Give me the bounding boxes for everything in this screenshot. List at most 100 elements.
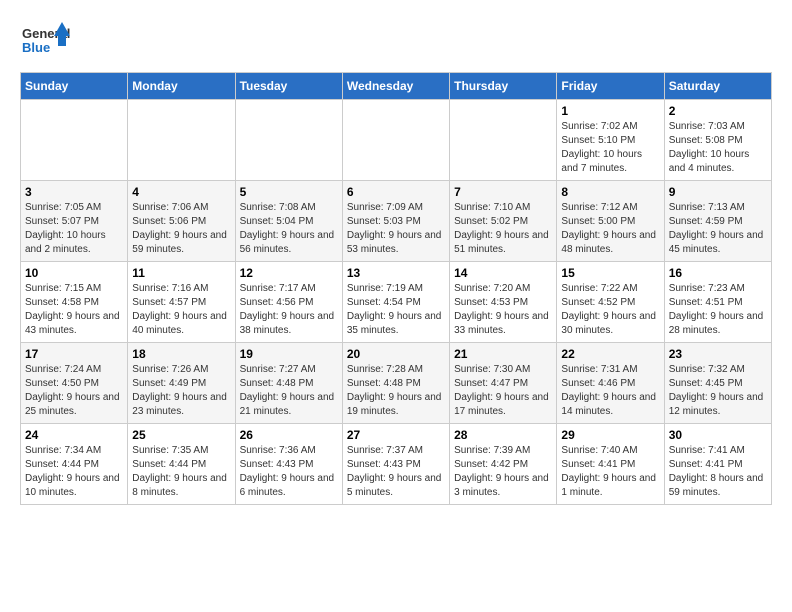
day-number: 26 [240,428,338,442]
table-cell [21,100,128,181]
table-cell: 20 Sunrise: 7:28 AM Sunset: 4:48 PM Dayli… [342,343,449,424]
header-saturday: Saturday [664,73,771,100]
day-number: 20 [347,347,445,361]
week-row-1: 1Sunrise: 7:02 AM Sunset: 5:10 PM Daylig… [21,100,772,181]
day-info: Sunrise: 7:30 AM Sunset: 4:47 PM Dayligh… [454,363,552,419]
table-cell: 18 Sunrise: 7:26 AM Sunset: 4:49 PM Dayli… [128,343,235,424]
day-number: 24 [25,428,123,442]
header-monday: Monday [128,73,235,100]
table-cell: 4 Sunrise: 7:06 AM Sunset: 5:06 PM Daylig… [128,181,235,262]
day-number: 7 [454,185,552,199]
table-cell [342,100,449,181]
svg-text:Blue: Blue [22,40,50,55]
day-number: 22 [561,347,659,361]
day-number: 10 [25,266,123,280]
table-cell: 10 Sunrise: 7:15 AM Sunset: 4:58 PM Dayli… [21,262,128,343]
table-cell: 22 Sunrise: 7:31 AM Sunset: 4:46 PM Dayli… [557,343,664,424]
day-info: Sunrise: 7:34 AM Sunset: 4:44 PM Dayligh… [25,444,123,500]
day-info: Sunrise: 7:20 AM Sunset: 4:53 PM Dayligh… [454,282,552,338]
table-cell: 13 Sunrise: 7:19 AM Sunset: 4:54 PM Dayli… [342,262,449,343]
table-cell: 24 Sunrise: 7:34 AM Sunset: 4:44 PM Dayli… [21,424,128,505]
header-friday: Friday [557,73,664,100]
day-info: Sunrise: 7:02 AM Sunset: 5:10 PM Dayligh… [561,120,659,176]
day-number: 13 [347,266,445,280]
day-info: Sunrise: 7:41 AM Sunset: 4:41 PM Dayligh… [669,444,767,500]
calendar-header-row: SundayMondayTuesdayWednesdayThursdayFrid… [21,73,772,100]
table-cell: 7 Sunrise: 7:10 AM Sunset: 5:02 PM Daylig… [450,181,557,262]
day-info: Sunrise: 7:23 AM Sunset: 4:51 PM Dayligh… [669,282,767,338]
table-cell [128,100,235,181]
day-info: Sunrise: 7:26 AM Sunset: 4:49 PM Dayligh… [132,363,230,419]
day-info: Sunrise: 7:40 AM Sunset: 4:41 PM Dayligh… [561,444,659,500]
table-cell: 17Sunrise: 7:24 AM Sunset: 4:50 PM Dayli… [21,343,128,424]
week-row-5: 24 Sunrise: 7:34 AM Sunset: 4:44 PM Dayli… [21,424,772,505]
day-info: Sunrise: 7:37 AM Sunset: 4:43 PM Dayligh… [347,444,445,500]
table-cell: 11 Sunrise: 7:16 AM Sunset: 4:57 PM Dayli… [128,262,235,343]
day-number: 15 [561,266,659,280]
day-info: Sunrise: 7:22 AM Sunset: 4:52 PM Dayligh… [561,282,659,338]
day-number: 9 [669,185,767,199]
day-number: 19 [240,347,338,361]
table-cell: 2 Sunrise: 7:03 AM Sunset: 5:08 PM Daylig… [664,100,771,181]
day-number: 23 [669,347,767,361]
header-wednesday: Wednesday [342,73,449,100]
day-info: Sunrise: 7:16 AM Sunset: 4:57 PM Dayligh… [132,282,230,338]
day-number: 27 [347,428,445,442]
table-cell: 16Sunrise: 7:23 AM Sunset: 4:51 PM Dayli… [664,262,771,343]
calendar-table: SundayMondayTuesdayWednesdayThursdayFrid… [20,72,772,505]
day-info: Sunrise: 7:39 AM Sunset: 4:42 PM Dayligh… [454,444,552,500]
day-number: 8 [561,185,659,199]
table-cell: 3 Sunrise: 7:05 AM Sunset: 5:07 PM Daylig… [21,181,128,262]
day-info: Sunrise: 7:03 AM Sunset: 5:08 PM Dayligh… [669,120,767,176]
page-header: General Blue [20,20,772,62]
logo-svg: General Blue [20,20,70,62]
day-number: 14 [454,266,552,280]
day-info: Sunrise: 7:19 AM Sunset: 4:54 PM Dayligh… [347,282,445,338]
table-cell: 5Sunrise: 7:08 AM Sunset: 5:04 PM Daylig… [235,181,342,262]
day-number: 18 [132,347,230,361]
table-cell: 29 Sunrise: 7:40 AM Sunset: 4:41 PM Dayli… [557,424,664,505]
day-info: Sunrise: 7:12 AM Sunset: 5:00 PM Dayligh… [561,201,659,257]
day-number: 11 [132,266,230,280]
day-number: 5 [240,185,338,199]
header-tuesday: Tuesday [235,73,342,100]
table-cell: 27 Sunrise: 7:37 AM Sunset: 4:43 PM Dayli… [342,424,449,505]
header-sunday: Sunday [21,73,128,100]
day-number: 4 [132,185,230,199]
day-number: 25 [132,428,230,442]
day-info: Sunrise: 7:24 AM Sunset: 4:50 PM Dayligh… [25,363,123,419]
table-cell: 6Sunrise: 7:09 AM Sunset: 5:03 PM Daylig… [342,181,449,262]
table-cell: 30Sunrise: 7:41 AM Sunset: 4:41 PM Dayli… [664,424,771,505]
day-info: Sunrise: 7:28 AM Sunset: 4:48 PM Dayligh… [347,363,445,419]
table-cell [235,100,342,181]
day-number: 21 [454,347,552,361]
day-info: Sunrise: 7:05 AM Sunset: 5:07 PM Dayligh… [25,201,123,257]
day-info: Sunrise: 7:10 AM Sunset: 5:02 PM Dayligh… [454,201,552,257]
logo: General Blue [20,20,70,62]
day-number: 3 [25,185,123,199]
day-number: 2 [669,104,767,118]
table-cell [450,100,557,181]
day-info: Sunrise: 7:15 AM Sunset: 4:58 PM Dayligh… [25,282,123,338]
table-cell: 1Sunrise: 7:02 AM Sunset: 5:10 PM Daylig… [557,100,664,181]
day-number: 29 [561,428,659,442]
table-cell: 23Sunrise: 7:32 AM Sunset: 4:45 PM Dayli… [664,343,771,424]
table-cell: 8 Sunrise: 7:12 AM Sunset: 5:00 PM Daylig… [557,181,664,262]
table-cell: 28Sunrise: 7:39 AM Sunset: 4:42 PM Dayli… [450,424,557,505]
week-row-3: 10 Sunrise: 7:15 AM Sunset: 4:58 PM Dayli… [21,262,772,343]
table-cell: 12Sunrise: 7:17 AM Sunset: 4:56 PM Dayli… [235,262,342,343]
table-cell: 25Sunrise: 7:35 AM Sunset: 4:44 PM Dayli… [128,424,235,505]
day-info: Sunrise: 7:31 AM Sunset: 4:46 PM Dayligh… [561,363,659,419]
table-cell: 19 Sunrise: 7:27 AM Sunset: 4:48 PM Dayli… [235,343,342,424]
calendar-body: 1Sunrise: 7:02 AM Sunset: 5:10 PM Daylig… [21,100,772,505]
table-cell: 9 Sunrise: 7:13 AM Sunset: 4:59 PM Daylig… [664,181,771,262]
day-info: Sunrise: 7:06 AM Sunset: 5:06 PM Dayligh… [132,201,230,257]
day-info: Sunrise: 7:13 AM Sunset: 4:59 PM Dayligh… [669,201,767,257]
week-row-4: 17Sunrise: 7:24 AM Sunset: 4:50 PM Dayli… [21,343,772,424]
table-cell: 21 Sunrise: 7:30 AM Sunset: 4:47 PM Dayli… [450,343,557,424]
day-info: Sunrise: 7:27 AM Sunset: 4:48 PM Dayligh… [240,363,338,419]
table-cell: 26Sunrise: 7:36 AM Sunset: 4:43 PM Dayli… [235,424,342,505]
week-row-2: 3 Sunrise: 7:05 AM Sunset: 5:07 PM Daylig… [21,181,772,262]
day-number: 12 [240,266,338,280]
header-thursday: Thursday [450,73,557,100]
